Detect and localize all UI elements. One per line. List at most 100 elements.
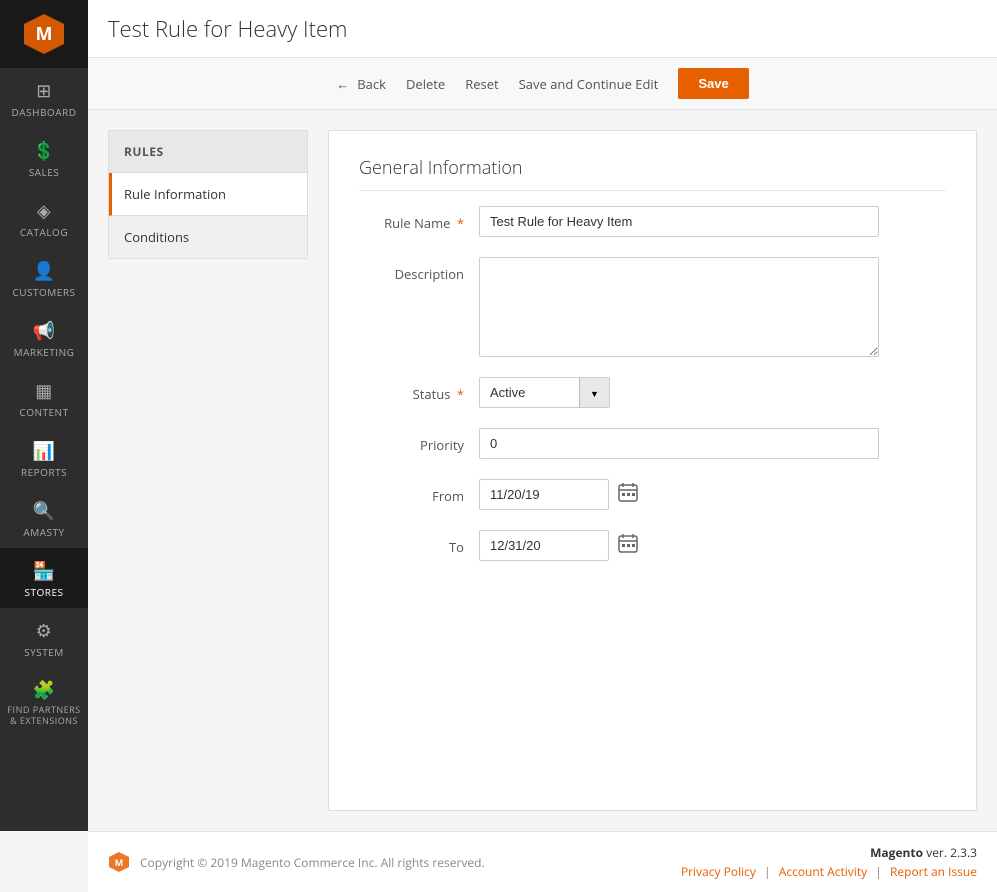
footer-separator-2: | [875,863,885,880]
sidebar-item-sales[interactable]: 💲 Sales [0,128,88,188]
form-group-status: Status * Active Inactive [359,377,946,408]
back-label: Back [357,75,386,93]
content-area: RULES Rule Information Conditions Genera… [88,110,997,831]
catalog-icon: ◈ [37,199,51,223]
rule-name-input[interactable] [479,206,879,237]
save-continue-label: Save and Continue Edit [519,75,659,93]
sidebar: M ⊞ Dashboard 💲 Sales ◈ Catalog 👤 Custom… [0,0,88,831]
rules-nav-item-conditions[interactable]: Conditions [109,216,307,258]
from-calendar-button[interactable] [617,481,639,508]
rules-nav-item-label: Conditions [124,228,189,246]
description-label: Description [359,257,479,283]
status-select[interactable]: Active Inactive [479,377,579,408]
sidebar-item-customers[interactable]: 👤 Customers [0,248,88,308]
action-bar: Back Delete Reset Save and Continue Edit… [88,58,997,110]
rules-nav: RULES Rule Information Conditions [108,130,308,259]
back-link[interactable]: Back [336,75,386,93]
system-icon: ⚙ [36,619,53,643]
from-label: From [359,479,479,505]
from-date-input[interactable] [479,479,609,510]
sidebar-logo: M [0,0,88,68]
to-date-input[interactable] [479,530,609,561]
priority-input[interactable] [479,428,879,459]
to-date-group [479,530,639,561]
sidebar-item-label: Find Partners & Extensions [5,705,83,727]
status-label: Status * [359,377,479,403]
page-footer: M Copyright © 2019 Magento Commerce Inc.… [88,831,997,892]
form-group-rule-name: Rule Name * [359,206,946,237]
sidebar-item-label: Stores [25,586,64,598]
svg-text:M: M [115,856,124,869]
sidebar-item-label: Reports [21,466,67,478]
main-content: Test Rule for Heavy Item Back Delete Res… [88,0,997,831]
content-icon: ▦ [35,379,53,403]
save-continue-link[interactable]: Save and Continue Edit [519,75,659,93]
sidebar-item-label: Dashboard [12,106,77,118]
privacy-policy-link[interactable]: Privacy Policy [681,863,756,880]
to-calendar-button[interactable] [617,532,639,559]
sidebar-item-system[interactable]: ⚙ System [0,608,88,668]
required-indicator: * [457,214,464,232]
form-group-description: Description [359,257,946,357]
marketing-icon: 📢 [33,319,56,343]
sidebar-item-label: Customers [12,286,75,298]
footer-copyright: Copyright © 2019 Magento Commerce Inc. A… [140,854,485,871]
form-group-to: To [359,530,946,561]
form-group-from: From [359,479,946,510]
right-panel: General Information Rule Name * Descript… [328,130,977,811]
sidebar-item-reports[interactable]: 📊 Reports [0,428,88,488]
calendar-icon [617,532,639,554]
sidebar-item-label: Amasty [23,526,64,538]
required-indicator: * [457,385,464,403]
sidebar-item-marketing[interactable]: 📢 Marketing [0,308,88,368]
rules-nav-item-rule-information[interactable]: Rule Information [109,173,307,216]
dashboard-icon: ⊞ [36,79,52,103]
back-arrow-icon [336,75,353,93]
sidebar-item-stores[interactable]: 🏪 Stores [0,548,88,608]
sales-icon: 💲 [33,139,56,163]
stores-icon: 🏪 [33,559,56,583]
footer-version-line: Magento ver. 2.3.3 [681,844,977,861]
rules-nav-item-label: Rule Information [124,185,226,203]
footer-right: Magento ver. 2.3.3 Privacy Policy | Acco… [681,844,977,880]
svg-text:M: M [36,22,53,46]
customers-icon: 👤 [33,259,56,283]
delete-label: Delete [406,75,445,93]
footer-left: M Copyright © 2019 Magento Commerce Inc.… [108,851,485,873]
status-group: Active Inactive [479,377,610,408]
find-partners-icon: 🧩 [33,678,56,702]
reports-icon: 📊 [33,439,56,463]
sidebar-item-label: System [24,646,64,658]
section-title: General Information [359,156,946,191]
to-label: To [359,530,479,556]
sidebar-item-label: Sales [29,166,60,178]
left-panel: RULES Rule Information Conditions [108,130,308,811]
sidebar-item-label: Content [19,406,68,418]
sidebar-item-catalog[interactable]: ◈ Catalog [0,188,88,248]
footer-version: ver. 2.3.3 [926,844,977,861]
sidebar-item-label: Marketing [14,346,75,358]
chevron-down-icon [590,385,599,400]
sidebar-item-amasty[interactable]: 🔍 Amasty [0,488,88,548]
reset-link[interactable]: Reset [465,75,498,93]
sidebar-item-label: Catalog [20,226,68,238]
status-dropdown-button[interactable] [579,377,610,408]
footer-separator-1: | [764,863,774,880]
amasty-icon: 🔍 [33,499,56,523]
from-date-group [479,479,639,510]
report-issue-link[interactable]: Report an Issue [890,863,977,880]
footer-links: Privacy Policy | Account Activity | Repo… [681,863,977,880]
calendar-icon [617,481,639,503]
page-header: Test Rule for Heavy Item [88,0,997,58]
footer-magento-label: Magento [870,844,923,861]
sidebar-item-content[interactable]: ▦ Content [0,368,88,428]
sidebar-item-find-partners[interactable]: 🧩 Find Partners & Extensions [0,668,88,737]
save-button[interactable]: Save [678,68,748,99]
description-input[interactable] [479,257,879,357]
form-group-priority: Priority [359,428,946,459]
delete-link[interactable]: Delete [406,75,445,93]
footer-logo-icon: M [108,851,130,873]
account-activity-link[interactable]: Account Activity [779,863,867,880]
sidebar-item-dashboard[interactable]: ⊞ Dashboard [0,68,88,128]
page-title: Test Rule for Heavy Item [108,14,977,44]
